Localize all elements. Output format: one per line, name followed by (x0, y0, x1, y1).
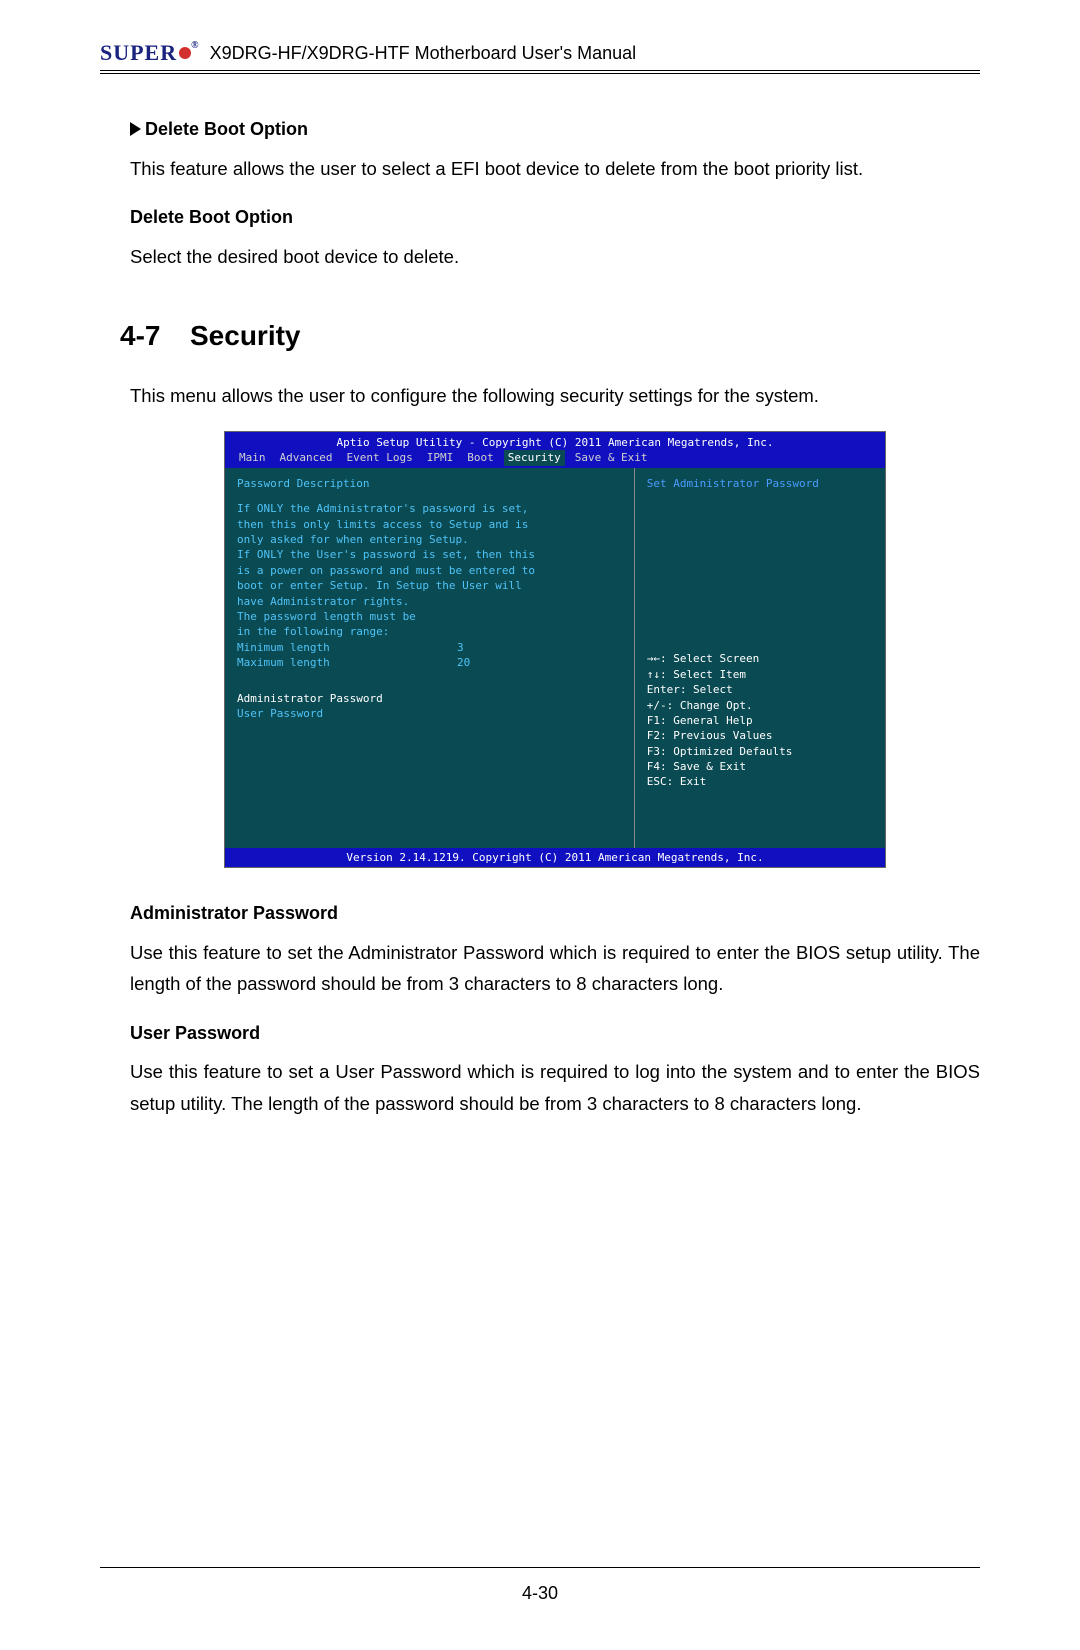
para-admin: Use this feature to set the Administrato… (130, 937, 980, 1000)
bios-max-len-v: 20 (457, 655, 470, 670)
bios-right-pane: Set Administrator Password →←: Select Sc… (635, 468, 885, 848)
bios-tab-advanced[interactable]: Advanced (276, 450, 337, 465)
subhead-delete-boot-option-1: Delete Boot Option (130, 114, 980, 145)
page-body: Delete Boot Option This feature allows t… (100, 114, 980, 1119)
para-s2: Select the desired boot device to delete… (130, 241, 980, 272)
page-header: SUPER ® X9DRG-HF/X9DRG-HTF Motherboard Us… (100, 40, 980, 74)
subhead-user-pw: User Password (130, 1018, 980, 1049)
bios-tab-boot[interactable]: Boot (463, 450, 498, 465)
page-number: 4-30 (0, 1583, 1080, 1604)
bios-user-pw-item[interactable]: User Password (237, 706, 622, 721)
section-name: Security (190, 320, 301, 351)
bios-tab-security[interactable]: Security (504, 450, 565, 465)
caret-right-icon (130, 122, 141, 136)
footer-rule (100, 1567, 980, 1568)
brand-dot-icon (179, 47, 191, 59)
trademark: ® (191, 40, 199, 51)
document-page: SUPER ® X9DRG-HF/X9DRG-HTF Motherboard Us… (0, 0, 1080, 1650)
bios-help-hint: Set Administrator Password (647, 476, 873, 491)
bios-body: Password Description If ONLY the Adminis… (225, 468, 885, 848)
para-user: Use this feature to set a User Password … (130, 1056, 980, 1119)
bios-left-pane: Password Description If ONLY the Adminis… (225, 468, 635, 848)
bios-tab-ipmi[interactable]: IPMI (423, 450, 458, 465)
bios-min-len-k: Minimum length (237, 640, 457, 655)
bios-tab-saveexit[interactable]: Save & Exit (571, 450, 652, 465)
bios-tab-main[interactable]: Main (235, 450, 270, 465)
subhead-delete-boot-option-2: Delete Boot Option (130, 202, 980, 233)
section-number: 4-7 (120, 312, 190, 360)
bios-tabs: Main Advanced Event Logs IPMI Boot Secur… (225, 450, 885, 467)
bios-pw-desc-title: Password Description (237, 476, 622, 491)
para-sec-intro: This menu allows the user to configure t… (130, 380, 980, 411)
subhead-admin-pw: Administrator Password (130, 898, 980, 929)
bios-help-keys: →←: Select Screen ↑↓: Select Item Enter:… (647, 651, 873, 840)
brand-logo: SUPER ® (100, 40, 200, 66)
bios-title: Aptio Setup Utility - Copyright (C) 2011… (225, 432, 885, 450)
bios-screenshot: Aptio Setup Utility - Copyright (C) 2011… (224, 431, 886, 868)
bios-max-len-k: Maximum length (237, 655, 457, 670)
bios-tab-eventlogs[interactable]: Event Logs (342, 450, 416, 465)
bios-admin-pw-item[interactable]: Administrator Password (237, 691, 622, 706)
bios-footer: Version 2.14.1219. Copyright (C) 2011 Am… (225, 848, 885, 867)
section-4-7: 4-7Security (120, 312, 980, 360)
manual-title: X9DRG-HF/X9DRG-HTF Motherboard User's Ma… (210, 43, 637, 64)
para-s1: This feature allows the user to select a… (130, 153, 980, 184)
bios-min-len-v: 3 (457, 640, 464, 655)
brand-text: SUPER (100, 40, 177, 66)
